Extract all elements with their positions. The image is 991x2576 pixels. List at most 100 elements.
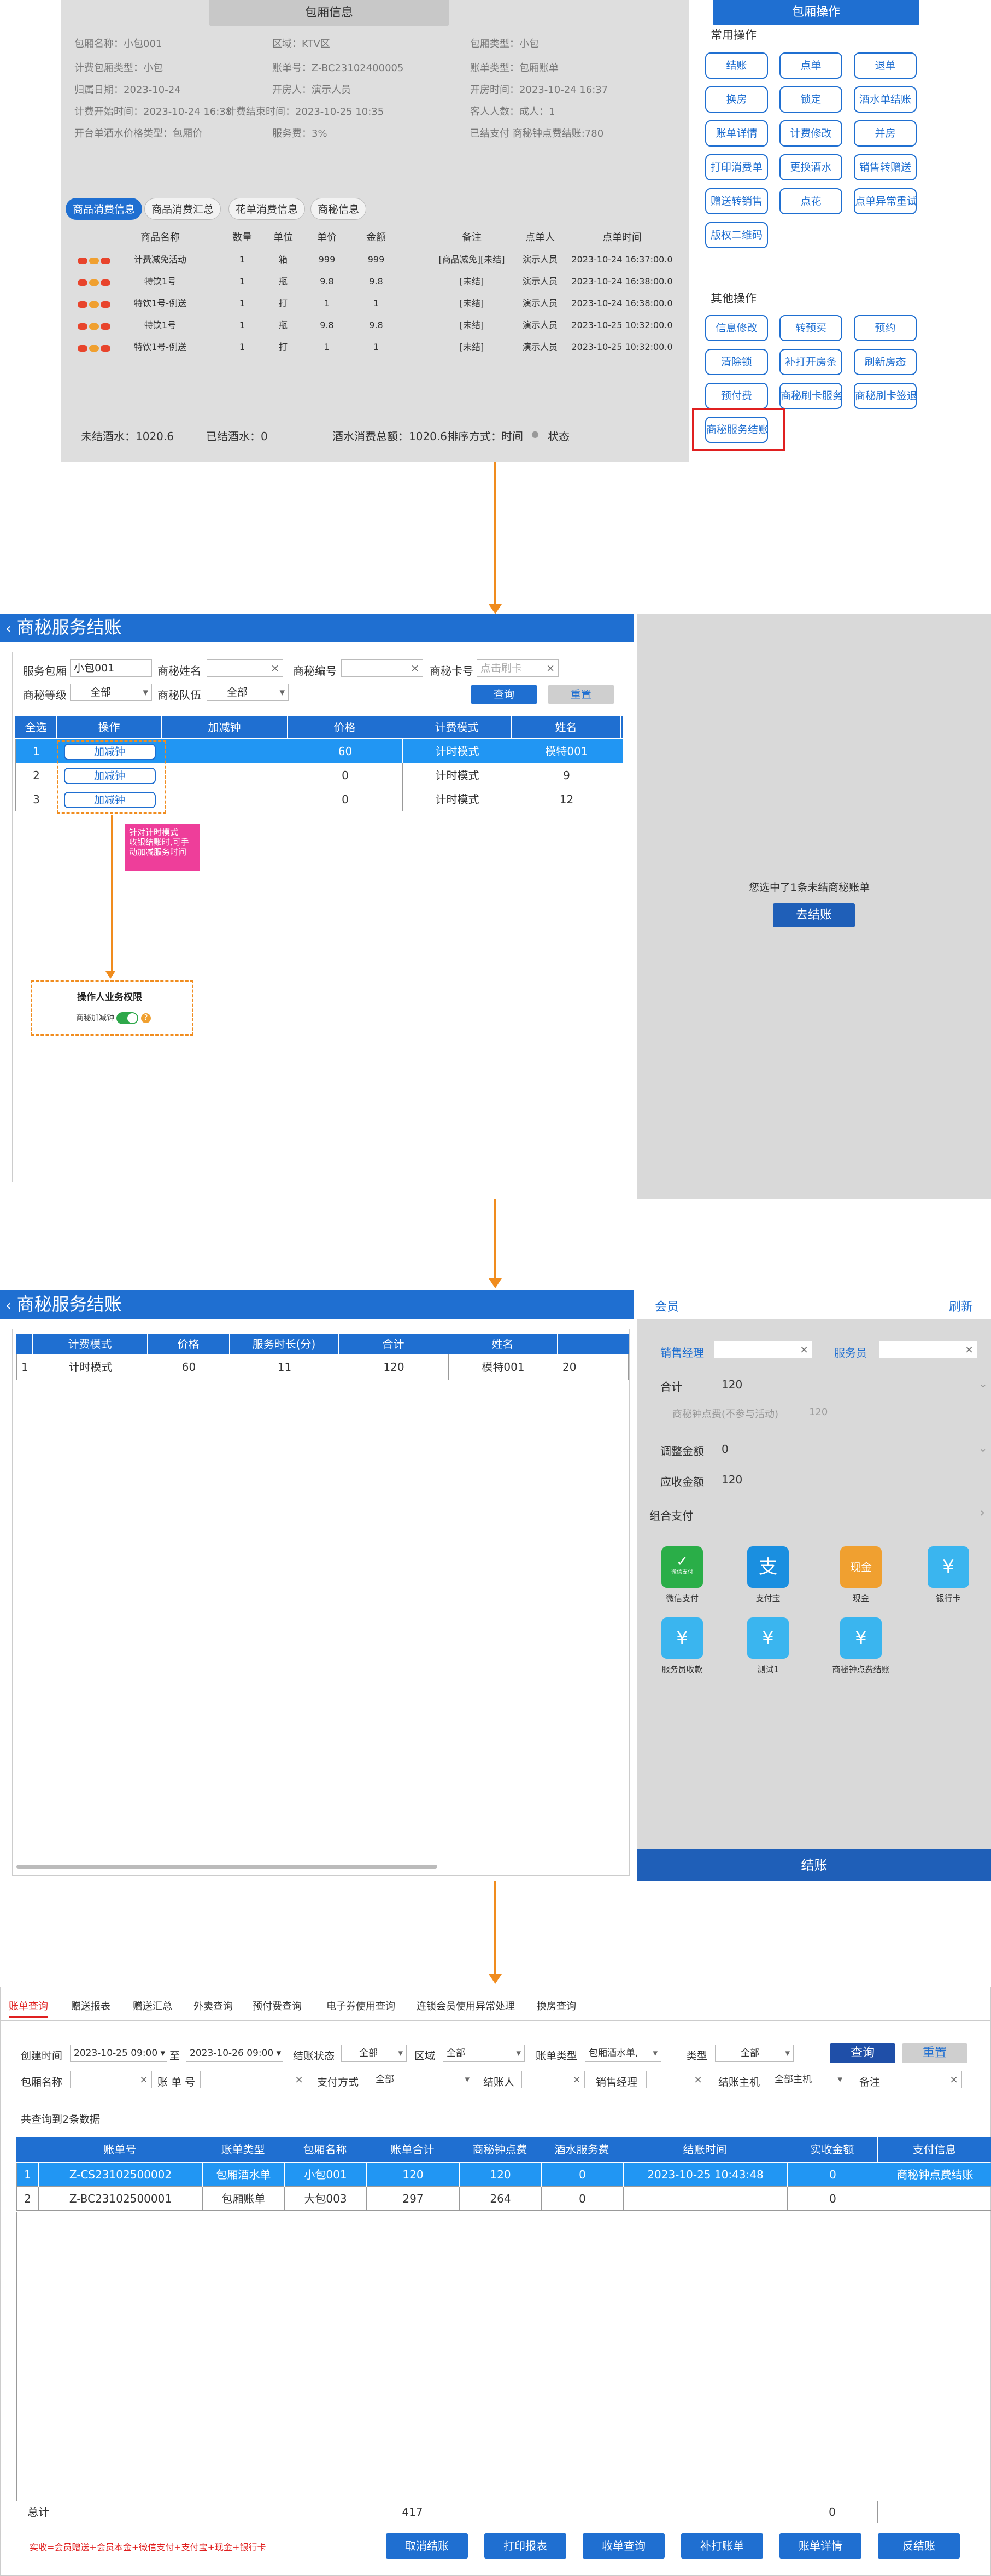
tab-goods-consumption[interactable]: 商品消费信息	[66, 198, 143, 220]
tab-flower-consumption[interactable]: 花单消费信息	[228, 198, 306, 220]
clear-icon[interactable]: ×	[271, 660, 279, 676]
goods-row[interactable]: 特饮1号-例送 1 打 1 1 [未结] 演示人员 2023-10-24 16:38:00.0	[64, 293, 685, 314]
op-button-2[interactable]: 退单	[854, 52, 917, 79]
chevron-right-icon[interactable]: ›	[980, 1505, 985, 1520]
pay-waiter[interactable]: ¥ 服务员收款	[649, 1617, 715, 1675]
tab-3[interactable]: 外卖查询	[193, 1999, 233, 2013]
op-button-13[interactable]: 点花	[779, 188, 842, 214]
op-button-1[interactable]: 点单	[779, 52, 842, 79]
tab-1[interactable]: 赠送报表	[71, 1999, 110, 2013]
other-op-button-5[interactable]: 刷新房态	[854, 349, 917, 375]
other-op-button-2[interactable]: 预约	[854, 315, 917, 341]
filter-level-select[interactable]: 全部 ▾	[70, 684, 152, 701]
op-button-10[interactable]: 更换酒水	[779, 154, 842, 180]
filter-team-select[interactable]: 全部 ▾	[207, 684, 289, 701]
pay-alipay[interactable]: 支支付宝	[735, 1546, 801, 1604]
goods-row[interactable]: 特饮1号-例送 1 打 1 1 [未结] 演示人员 2023-10-25 10:32:00.0	[64, 336, 685, 358]
clear-icon[interactable]: ×	[546, 660, 555, 676]
pay-secretary-fee[interactable]: ¥ 商秘钟点费结账	[828, 1617, 894, 1675]
pay-wechat[interactable]: ✓ 微信支付 微信支付	[649, 1546, 715, 1604]
tab-secretary-info[interactable]: 商秘信息	[310, 198, 367, 220]
other-op-button-6[interactable]: 预付费	[705, 383, 768, 409]
action-button-4[interactable]: 账单详情	[779, 2533, 861, 2559]
op-button-0[interactable]: 结账	[705, 52, 768, 79]
back-icon[interactable]: ‹	[5, 1298, 11, 1314]
op-button-11[interactable]: 销售转赠送	[854, 154, 917, 180]
filter-room-input[interactable]: 小包001	[70, 659, 152, 677]
pay-test1[interactable]: ¥ 测试1	[735, 1617, 801, 1675]
filter-card-input[interactable]: 点击刷卡 ×	[477, 659, 559, 677]
waiter-input[interactable]: ×	[879, 1341, 977, 1358]
settle-button[interactable]: 结账	[637, 1849, 991, 1881]
tab-5[interactable]: 电子券使用查询	[326, 1999, 395, 2013]
sort-by-time[interactable]: 时间	[501, 428, 523, 443]
op-button-12[interactable]: 赠送转销售	[705, 188, 768, 214]
settler-input[interactable]: ×	[521, 2071, 585, 2088]
goods-row[interactable]: 特饮1号 1 瓶 9.8 9.8 [未结] 演示人员 2023-10-24 16:38:00.…	[64, 271, 685, 293]
op-button-3[interactable]: 换房	[705, 86, 768, 113]
room-name-input[interactable]: ×	[70, 2071, 152, 2088]
tab-4[interactable]: 预付费查询	[253, 1999, 302, 2013]
op-button-6[interactable]: 账单详情	[705, 120, 768, 147]
area-select[interactable]: 全部 ▾	[443, 2045, 525, 2062]
op-button-4[interactable]: 锁定	[779, 86, 842, 113]
tab-6[interactable]: 连锁会员使用异常处理	[417, 1999, 515, 2013]
action-button-0[interactable]: 取消结账	[386, 2533, 468, 2559]
detail-row[interactable]: 1 计时模式 60 11 120 模特001 20	[16, 1354, 629, 1380]
go-settle-button[interactable]: 去结账	[773, 903, 855, 927]
member-link[interactable]: 会员	[655, 1297, 679, 1315]
filter-name-input[interactable]: ×	[207, 659, 283, 677]
other-op-button-0[interactable]: 信息修改	[705, 315, 768, 341]
back-icon[interactable]: ‹	[5, 621, 11, 637]
bill-row[interactable]: 1 Z-CS23102500002 包厢酒水单 小包001 120 120 0 2023-10…	[16, 2163, 991, 2187]
select-all-checkbox[interactable]: 全选	[15, 716, 57, 738]
help-icon[interactable]: ?	[140, 1013, 151, 1023]
other-op-button-3[interactable]: 清除锁	[705, 349, 768, 375]
chevron-down-icon[interactable]: ⌄	[978, 1377, 988, 1390]
action-button-1[interactable]: 打印报表	[484, 2533, 566, 2559]
action-button-2[interactable]: 收单查询	[583, 2533, 665, 2559]
row-action-icons[interactable]	[78, 256, 112, 266]
refresh-link[interactable]: 刷新	[949, 1297, 973, 1315]
reset-button[interactable]: 重置	[548, 685, 614, 704]
chevron-down-icon[interactable]: ⌄	[978, 1441, 988, 1455]
query-button[interactable]: 查询	[830, 2043, 895, 2063]
remark-input[interactable]: ×	[889, 2071, 962, 2088]
op-button-9[interactable]: 打印消费单	[705, 154, 768, 180]
op-button-5[interactable]: 酒水单结账	[854, 86, 917, 113]
horizontal-scrollbar[interactable]	[16, 1865, 437, 1869]
other-op-button-7[interactable]: 商秘刷卡服务	[779, 383, 842, 409]
row-action-icons[interactable]	[78, 278, 112, 288]
other-op-button-1[interactable]: 转预买	[779, 315, 842, 341]
pay-cash[interactable]: 现金 现金	[828, 1546, 894, 1604]
action-button-3[interactable]: 补打账单	[681, 2533, 763, 2559]
row-action-icons[interactable]	[78, 322, 112, 332]
tab-7[interactable]: 换房查询	[537, 1999, 576, 2013]
toggle-icon[interactable]: ●	[531, 429, 539, 439]
permission-toggle[interactable]	[116, 1012, 139, 1024]
goods-row[interactable]: 特饮1号 1 瓶 9.8 9.8 [未结] 演示人员 2023-10-25 10:32:00.…	[64, 314, 685, 336]
clear-icon[interactable]: ×	[800, 1341, 808, 1358]
bill-type-select[interactable]: 包厢酒水单, ▾	[585, 2045, 661, 2062]
action-button-5[interactable]: 反结账	[878, 2533, 960, 2559]
status-select[interactable]: 全部 ▾	[341, 2045, 407, 2062]
clear-icon[interactable]: ×	[411, 660, 419, 676]
op-button-8[interactable]: 并房	[854, 120, 917, 147]
row-action-icons[interactable]	[78, 343, 112, 354]
other-op-button-8[interactable]: 商秘刷卡签退	[854, 383, 917, 409]
pay-bankcard[interactable]: ¥ 银行卡	[916, 1546, 981, 1604]
op-button-7[interactable]: 计费修改	[779, 120, 842, 147]
tab-goods-summary[interactable]: 商品消费汇总	[144, 198, 221, 220]
bill-row[interactable]: 2 Z-BC23102500001 包厢账单 大包003 297 264 0 0	[16, 2187, 991, 2211]
row-action-icons[interactable]	[78, 300, 112, 310]
reset-button[interactable]: 重置	[902, 2043, 967, 2063]
sales-manager-input[interactable]: ×	[646, 2071, 706, 2088]
bill-no-input[interactable]: ×	[200, 2071, 307, 2088]
date-from-input[interactable]: 2023-10-25 09:00 ▾	[70, 2045, 167, 2062]
pay-method-select[interactable]: 全部 ▾	[372, 2071, 473, 2088]
tab-0[interactable]: 账单查询	[9, 1999, 48, 2018]
adjust-value[interactable]: 0	[722, 1442, 729, 1456]
date-to-input[interactable]: 2023-10-26 09:00 ▾	[186, 2045, 283, 2062]
op-button-14[interactable]: 点单异常重试	[854, 188, 917, 214]
goods-row[interactable]: 计费减免活动 1 箱 999 999 [商品减免][未结] 演示人员 2023-10-24 1…	[64, 249, 685, 271]
